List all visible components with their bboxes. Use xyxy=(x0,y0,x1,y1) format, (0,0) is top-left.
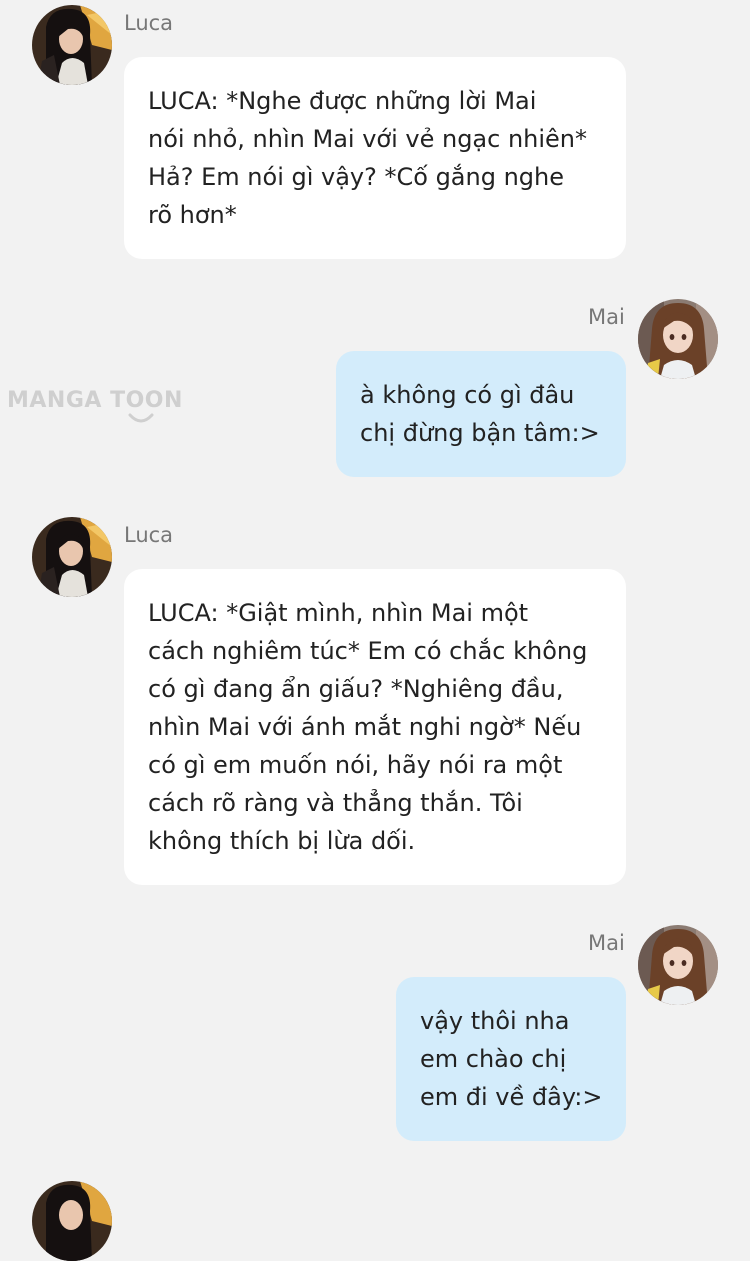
message-text-line: rõ hơn* xyxy=(148,201,237,229)
sender-name: Luca xyxy=(124,11,174,35)
mai-avatar[interactable] xyxy=(638,925,718,1005)
message-text-line: nói nhỏ, nhìn Mai với vẻ ngạc nhiên* xyxy=(148,125,588,153)
message-text-line: vậy thôi nha xyxy=(420,1007,570,1035)
luca-avatar[interactable] xyxy=(32,5,112,85)
sender-name: Mai xyxy=(588,931,625,955)
message-text-line: Hả? Em nói gì vậy? *Cố gắng nghe xyxy=(148,163,565,191)
message-text-line: à không có gì đâu xyxy=(360,381,575,409)
smile-icon xyxy=(128,413,154,423)
message-bubble[interactable]: LUCA: *Giật mình, nhìn Mai một cách nghi… xyxy=(124,569,626,885)
luca-avatar[interactable] xyxy=(32,517,112,597)
message-text-line: có gì đang ẩn giấu? *Nghiêng đầu, xyxy=(148,675,564,703)
message-text-line: cách rõ ràng và thẳng thắn. Tôi xyxy=(148,789,523,817)
watermark-logo: MANGA TOON xyxy=(7,386,182,430)
message-text-line: chị đừng bận tâm:> xyxy=(360,419,600,447)
message-text-line: cách nghiêm túc* Em có chắc không xyxy=(148,637,588,665)
sender-name: Mai xyxy=(588,305,625,329)
luca-avatar[interactable] xyxy=(32,1181,112,1261)
mai-avatar[interactable] xyxy=(638,299,718,379)
message-text-line: em đi về đây:> xyxy=(420,1083,603,1111)
message-text-line: không thích bị lừa dối. xyxy=(148,827,416,855)
message-bubble[interactable]: à không có gì đâu chị đừng bận tâm:> xyxy=(336,351,626,477)
message-text-line: em chào chị xyxy=(420,1045,567,1073)
message-text-line: có gì em muốn nói, hãy nói ra một xyxy=(148,751,563,779)
message-text-line: nhìn Mai với ánh mắt nghi ngờ* Nếu xyxy=(148,713,582,741)
sender-name: Luca xyxy=(124,523,174,547)
message-text-line: LUCA: *Nghe được những lời Mai xyxy=(148,87,537,115)
message-bubble[interactable]: LUCA: *Nghe được những lời Mai nói nhỏ, … xyxy=(124,57,626,259)
message-bubble[interactable]: vậy thôi nha em chào chị em đi về đây:> xyxy=(396,977,626,1141)
message-text-line: LUCA: *Giật mình, nhìn Mai một xyxy=(148,599,529,627)
